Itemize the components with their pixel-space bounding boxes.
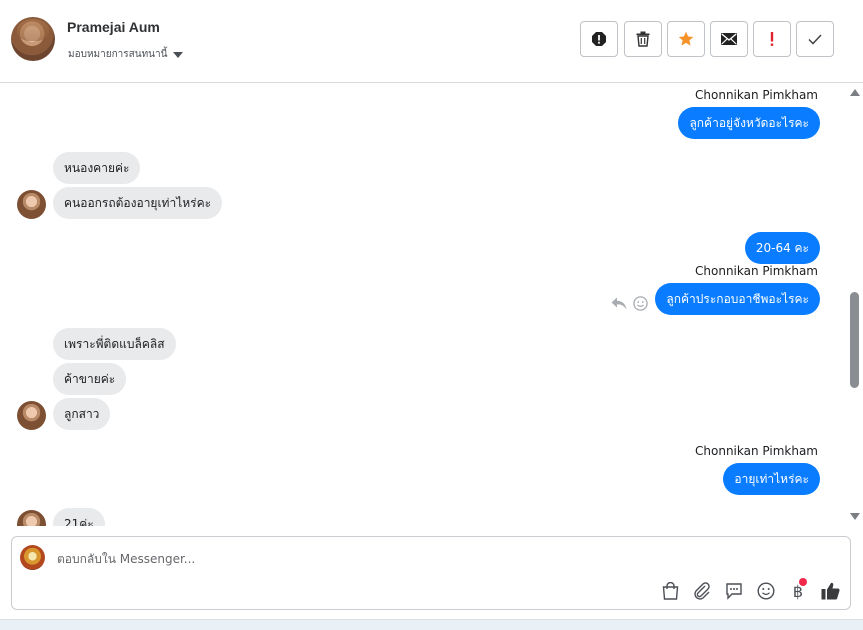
message-scrollbar[interactable] — [846, 84, 863, 526]
notification-dot — [799, 578, 807, 586]
emoji-icon — [757, 582, 775, 600]
contact-avatar-small[interactable] — [17, 510, 46, 526]
incoming-message[interactable]: คนออกรถต้องอายุเท่าไหร่คะ — [53, 187, 223, 219]
mark-unread-button[interactable] — [710, 21, 748, 57]
message-thread[interactable]: Chonnikan Pimkham ลูกค้าอยู่จังหวัดอะไรค… — [0, 84, 846, 526]
follow-up-icon — [770, 32, 774, 46]
caret-down-icon — [173, 51, 184, 58]
sender-name: Chonnikan Pimkham — [695, 264, 818, 278]
contact-name[interactable]: Pramejai Aum — [67, 19, 160, 35]
outgoing-message[interactable]: ลูกค้าประกอบอาชีพอะไรคะ — [655, 283, 820, 315]
reply-input[interactable] — [57, 550, 657, 568]
incoming-message[interactable]: 21ค่ะ — [53, 508, 105, 526]
scroll-down-arrow-icon[interactable] — [850, 513, 860, 520]
scroll-up-arrow-icon[interactable] — [850, 89, 860, 96]
like-icon — [821, 582, 840, 600]
contact-avatar-small[interactable] — [17, 401, 46, 430]
shopping-bag-icon — [662, 582, 678, 600]
paperclip-icon — [694, 582, 710, 600]
outgoing-message[interactable]: 20-64 คะ — [744, 232, 820, 264]
sender-name: Chonnikan Pimkham — [695, 444, 818, 458]
react-emoji-icon[interactable] — [633, 296, 648, 311]
saved-reply-icon — [726, 583, 742, 600]
saved-reply-button[interactable] — [723, 580, 745, 602]
reply-composer: ฿ — [11, 536, 851, 610]
assign-label: มอบหมายการสนทนานี้ — [68, 49, 168, 60]
message-actions — [611, 296, 648, 311]
sender-name: Chonnikan Pimkham — [695, 88, 818, 102]
star-icon — [678, 31, 694, 46]
check-icon — [808, 33, 822, 45]
reply-icon[interactable] — [611, 297, 627, 310]
incoming-message[interactable]: ลูกสาว — [53, 398, 111, 430]
page-avatar — [20, 545, 45, 570]
conversation-panel: Pramejai Aum มอบหมายการสนทนานี้ Chonnika… — [0, 0, 863, 620]
emoji-button[interactable] — [755, 580, 777, 602]
scroll-thumb[interactable] — [850, 292, 859, 388]
conversation-header: Pramejai Aum มอบหมายการสนทนานี้ — [0, 0, 863, 83]
incoming-message[interactable]: ค้าขายค่ะ — [53, 363, 127, 395]
contact-avatar[interactable] — [11, 17, 55, 61]
follow-up-button[interactable] — [753, 21, 791, 57]
mark-done-button[interactable] — [796, 21, 834, 57]
trash-icon — [636, 31, 650, 47]
shopping-bag-button[interactable] — [659, 580, 681, 602]
incoming-message[interactable]: เพราะพี่ติดแบล็คลิส — [53, 328, 176, 360]
contact-avatar-small[interactable] — [17, 190, 46, 219]
mark-spam-button[interactable] — [580, 21, 618, 57]
payment-button[interactable]: ฿ — [787, 578, 809, 602]
mail-icon — [721, 33, 737, 45]
assign-conversation-dropdown[interactable]: มอบหมายการสนทนานี้ — [68, 47, 184, 62]
delete-button[interactable] — [624, 21, 662, 57]
attach-button[interactable] — [691, 580, 713, 602]
spam-icon — [592, 32, 606, 46]
like-button[interactable] — [819, 580, 841, 602]
star-button[interactable] — [667, 21, 705, 57]
outgoing-message[interactable]: อายุเท่าไหร่คะ — [723, 463, 820, 495]
outgoing-message[interactable]: ลูกค้าอยู่จังหวัดอะไรคะ — [678, 107, 820, 139]
incoming-message[interactable]: หนองคายค่ะ — [53, 152, 141, 184]
